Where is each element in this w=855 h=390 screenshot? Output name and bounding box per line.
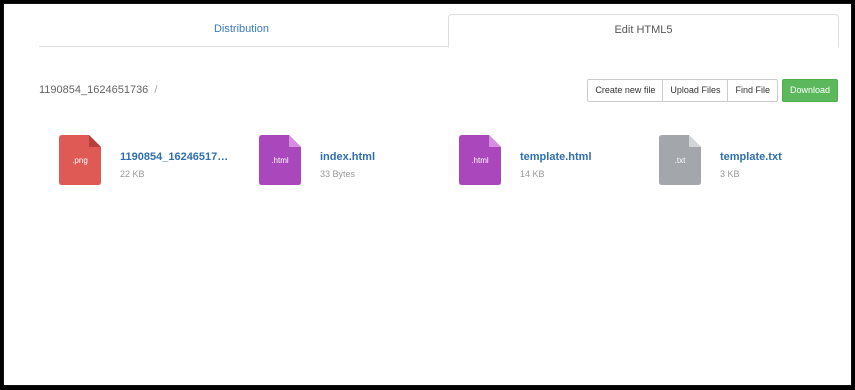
file-grid: .png 1190854_16246517… 22 KB .html index… <box>59 135 849 187</box>
html-file-icon[interactable]: .html <box>459 135 501 185</box>
file-item[interactable]: .html template.html 14 KB <box>459 135 649 187</box>
txt-file-icon[interactable]: .txt <box>659 135 701 185</box>
breadcrumb-separator: / <box>154 84 158 96</box>
file-name-link[interactable]: index.html <box>320 151 375 163</box>
file-name-link[interactable]: template.txt <box>720 151 782 163</box>
file-size: 22 KB <box>120 169 145 179</box>
file-size: 33 Bytes <box>320 169 356 179</box>
file-name-link[interactable]: template.html <box>520 151 592 163</box>
file-extension: .html <box>471 156 489 165</box>
file-extension: .txt <box>674 156 686 165</box>
html-file-icon[interactable]: .html <box>259 135 301 185</box>
tab-distribution[interactable]: Distribution <box>39 14 444 47</box>
tab-bar: Distribution Edit HTML5 <box>39 14 839 48</box>
app-window: Distribution Edit HTML5 1190854_16246517… <box>3 3 852 386</box>
file-name-link[interactable]: 1190854_16246517… <box>120 151 228 163</box>
png-file-icon[interactable]: .png <box>59 135 101 185</box>
file-item[interactable]: .txt template.txt 3 KB <box>659 135 849 187</box>
download-button[interactable]: Download <box>781 79 838 102</box>
upload-files-button[interactable]: Upload Files <box>662 79 729 102</box>
file-extension: .png <box>72 156 88 165</box>
tab-edit-html5[interactable]: Edit HTML5 <box>448 14 839 48</box>
file-extension: .html <box>271 156 289 165</box>
file-item[interactable]: .html index.html 33 Bytes <box>259 135 449 187</box>
file-item[interactable]: .png 1190854_16246517… 22 KB <box>59 135 249 187</box>
find-file-button[interactable]: Find File <box>727 79 778 102</box>
create-new-file-button[interactable]: Create new file <box>587 79 664 102</box>
file-toolbar: Create new file Upload Files Find File D… <box>587 79 838 102</box>
file-size: 14 KB <box>520 169 545 179</box>
breadcrumb: 1190854_1624651736 / <box>39 84 157 96</box>
breadcrumb-item[interactable]: 1190854_1624651736 <box>39 84 148 96</box>
file-size: 3 KB <box>720 169 740 179</box>
